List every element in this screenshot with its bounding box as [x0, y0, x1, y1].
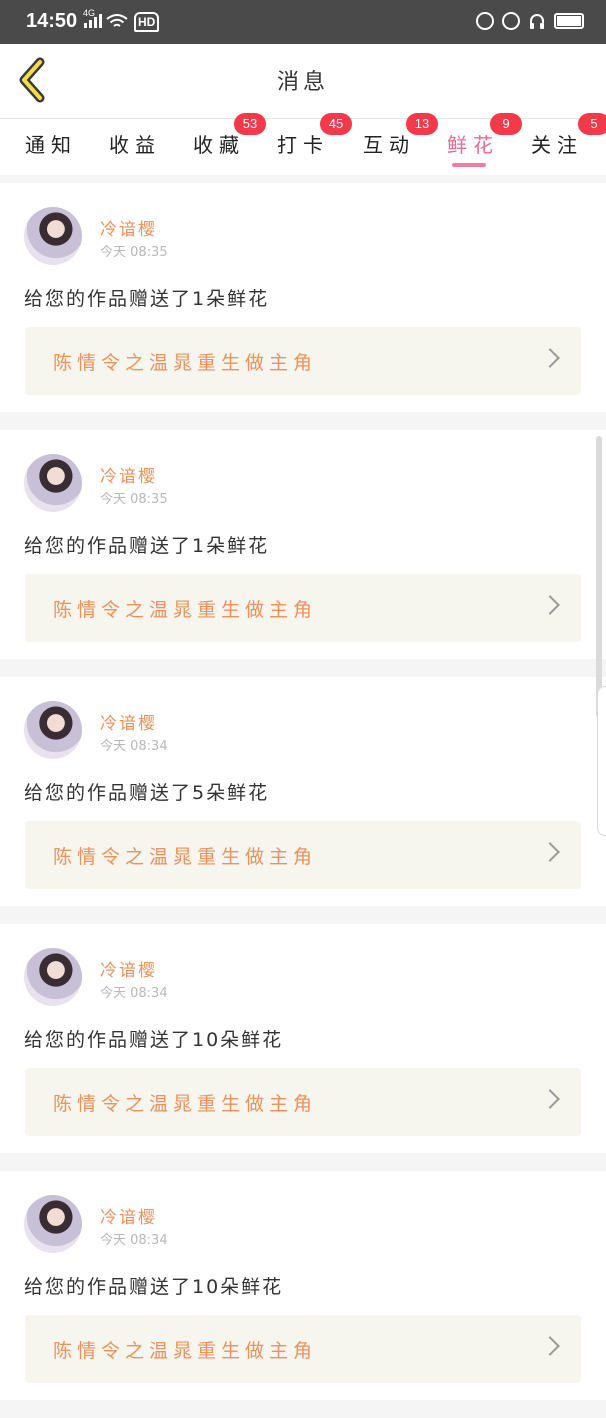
edge-panel-handle[interactable] [597, 686, 606, 836]
message-text: 给您的作品赠送了10朵鲜花 [24, 1029, 284, 1051]
user-name[interactable]: 冷谙樱 [100, 215, 157, 240]
chevron-right-icon [540, 842, 560, 862]
message-text: 给您的作品赠送了1朵鲜花 [24, 535, 270, 557]
avatar[interactable] [24, 1195, 82, 1253]
work-title: 陈情令之温晁重生做主角 [53, 599, 318, 621]
user-name[interactable]: 冷谙樱 [100, 709, 157, 734]
user-name[interactable]: 冷谙樱 [100, 462, 157, 487]
message-list: 冷谙樱 今天 08:35 给您的作品赠送了1朵鲜花 陈情令之温晁重生做主角 冷谙… [0, 183, 606, 1418]
message-text: 给您的作品赠送了1朵鲜花 [24, 288, 270, 310]
battery-icon [554, 13, 584, 29]
message-card: 冷谙樱 今天 08:34 给您的作品赠送了5朵鲜花 陈情令之温晁重生做主角 [0, 677, 606, 906]
message-card: 冷谙樱 今天 08:34 给您的作品赠送了10朵鲜花 陈情令之温晁重生做主角 [0, 924, 606, 1153]
tab-label: 收益 [109, 133, 161, 157]
avatar[interactable] [24, 701, 82, 759]
message-card: 冷谙樱 今天 08:35 给您的作品赠送了1朵鲜花 陈情令之温晁重生做主角 [0, 183, 606, 412]
work-title: 陈情令之温晁重生做主角 [53, 352, 318, 374]
work-link[interactable]: 陈情令之温晁重生做主角 [25, 1068, 581, 1136]
message-time: 今天 08:34 [100, 986, 168, 1001]
lock-rotation-icon [476, 12, 494, 30]
chevron-right-icon [540, 348, 560, 368]
avatar[interactable] [24, 207, 82, 265]
tab-label: 通知 [25, 133, 77, 157]
chevron-right-icon [540, 595, 560, 615]
tab-favorites[interactable]: 收藏 53 [174, 113, 266, 175]
chevron-right-icon [540, 1089, 560, 1109]
user-name[interactable]: 冷谙樱 [100, 1203, 157, 1228]
alarm-icon [502, 12, 520, 30]
tab-checkin[interactable]: 打卡 45 [258, 113, 352, 175]
scrollbar[interactable] [596, 436, 602, 718]
status-time: 14:50 [26, 10, 78, 32]
message-time: 今天 08:35 [100, 492, 168, 507]
message-text: 给您的作品赠送了10朵鲜花 [24, 1276, 284, 1298]
active-tab-indicator [452, 163, 486, 167]
avatar[interactable] [24, 454, 82, 512]
avatar[interactable] [24, 948, 82, 1006]
work-title: 陈情令之温晁重生做主角 [53, 1093, 318, 1115]
tab-bar: 通知 收益 收藏 53 打卡 45 互动 13 鲜花 9 关注 5 [0, 113, 606, 175]
status-bar: 14:50 4G HD [0, 0, 606, 44]
work-link[interactable]: 陈情令之温晁重生做主角 [25, 327, 581, 395]
work-link[interactable]: 陈情令之温晁重生做主角 [25, 574, 581, 642]
chevron-right-icon [540, 1336, 560, 1356]
user-name[interactable]: 冷谙樱 [100, 956, 157, 981]
tab-notice[interactable]: 通知 [6, 119, 90, 175]
message-time: 今天 08:35 [100, 245, 168, 260]
tab-earnings[interactable]: 收益 [90, 119, 174, 175]
signal-icon [84, 14, 102, 28]
hd-icon: HD [134, 12, 160, 32]
page-title: 消息 [276, 70, 329, 95]
wifi-icon [106, 14, 128, 27]
work-link[interactable]: 陈情令之温晁重生做主角 [25, 821, 581, 889]
title-bar: 消息 [0, 44, 606, 119]
unread-badge: 5 [578, 113, 606, 135]
message-card: 冷谙樱 今天 08:35 给您的作品赠送了1朵鲜花 陈情令之温晁重生做主角 [0, 430, 606, 659]
message-time: 今天 08:34 [100, 1233, 168, 1248]
message-card: 冷谙樱 今天 08:34 给您的作品赠送了10朵鲜花 陈情令之温晁重生做主角 [0, 1171, 606, 1400]
work-title: 陈情令之温晁重生做主角 [53, 1340, 318, 1362]
tab-follow[interactable]: 关注 5 [512, 113, 606, 175]
message-time: 今天 08:34 [100, 739, 168, 754]
tab-interaction[interactable]: 互动 13 [344, 113, 438, 175]
work-title: 陈情令之温晁重生做主角 [53, 846, 318, 868]
message-text: 给您的作品赠送了5朵鲜花 [24, 782, 270, 804]
work-link[interactable]: 陈情令之温晁重生做主角 [25, 1315, 581, 1383]
tab-flowers[interactable]: 鲜花 9 [428, 113, 522, 175]
headphones-icon [530, 14, 544, 29]
